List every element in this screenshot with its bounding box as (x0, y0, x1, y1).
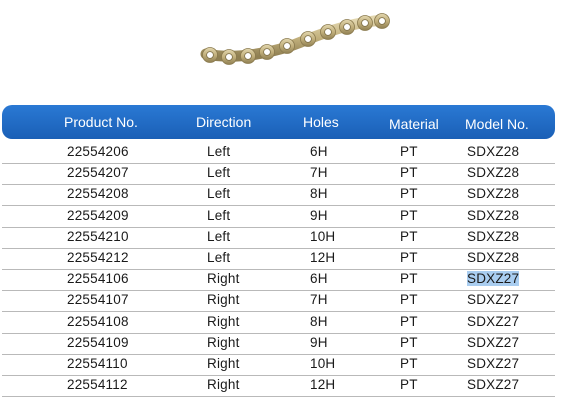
cell-model-no: SDXZ27 (467, 292, 520, 308)
cell-product-no: 22554209 (67, 207, 129, 223)
cell-material: PT (400, 207, 418, 223)
cell-holes: 6H (310, 271, 328, 287)
cell-holes: 7H (310, 165, 328, 181)
cell-product-no: 22554108 (67, 313, 129, 329)
cell-model-no: SDXZ28 (467, 186, 520, 202)
table-row: 22554109 Right 9H PT SDXZ27 (2, 333, 555, 355)
cell-direction: Right (207, 313, 240, 329)
header-material: Material (389, 116, 439, 132)
cell-product-no: 22554208 (67, 186, 129, 202)
cell-material: PT (400, 292, 418, 308)
cell-holes: 8H (310, 313, 328, 329)
cell-holes: 12H (310, 377, 336, 393)
table-header: Product No. Direction Holes Material Mod… (2, 105, 555, 139)
table-row: 22554207 Left 7H PT SDXZ28 (2, 163, 555, 186)
cell-direction: Right (207, 271, 240, 287)
table-row: 22554206 Left 6H PT SDXZ28 (2, 142, 555, 164)
cell-holes: 9H (310, 207, 328, 223)
cell-product-no: 22554107 (67, 292, 129, 308)
cell-holes: 10H (310, 228, 336, 244)
cell-direction: Left (207, 207, 231, 223)
cell-model-no: SDXZ28 (467, 207, 520, 223)
table-row: 22554112 Right 12H PT SDXZ27 (2, 375, 555, 398)
cell-model-no: SDXZ28 (467, 144, 520, 159)
header-model-no: Model No. (465, 116, 529, 132)
table-row: 22554209 Left 9H PT SDXZ28 (2, 206, 555, 228)
cell-holes: 6H (310, 144, 328, 159)
table-row: 22554212 Left 12H PT SDXZ28 (2, 248, 555, 270)
cell-holes: 10H (310, 356, 336, 371)
table-row: 22554107 Right 7H PT SDXZ27 (2, 290, 555, 313)
cell-direction: Left (207, 250, 231, 265)
cell-material: PT (400, 250, 418, 265)
cell-model-no: SDXZ27 (467, 313, 520, 329)
cell-product-no: 22554207 (67, 165, 129, 181)
cell-model-no: SDXZ28 (467, 165, 520, 181)
header-product-no: Product No. (64, 114, 138, 130)
cell-direction: Right (207, 292, 240, 308)
cell-material: PT (400, 377, 418, 393)
cell-product-no: 22554210 (67, 228, 129, 244)
bone-plate-image (200, 13, 390, 65)
cell-direction: Left (207, 228, 231, 244)
cell-material: PT (400, 186, 418, 202)
cell-material: PT (400, 228, 418, 244)
cell-model-no: SDXZ28 (467, 250, 520, 265)
cell-product-no: 22554110 (67, 356, 128, 371)
cell-holes: 12H (310, 250, 336, 265)
cell-direction: Right (207, 356, 240, 371)
header-direction: Direction (196, 114, 252, 130)
cell-material: PT (400, 334, 418, 350)
cell-direction: Left (207, 144, 231, 159)
cell-material: PT (400, 144, 418, 159)
cell-model-no: SDXZ27 (467, 271, 520, 287)
cell-holes: 9H (310, 334, 328, 350)
table-row: 22554110 Right 10H PT SDXZ27 (2, 354, 555, 376)
cell-material: PT (400, 165, 418, 181)
cell-product-no: 22554112 (67, 377, 128, 393)
table-row: 22554210 Left 10H PT SDXZ28 (2, 227, 555, 249)
cell-material: PT (400, 271, 418, 287)
cell-product-no: 22554106 (67, 271, 129, 287)
cell-model-no: SDXZ27 (467, 356, 520, 371)
cell-material: PT (400, 356, 418, 371)
cell-model-no: SDXZ28 (467, 228, 520, 244)
cell-direction: Left (207, 186, 231, 202)
cell-material: PT (400, 313, 418, 329)
cell-direction: Right (207, 377, 240, 393)
table-row: 22554108 Right 8H PT SDXZ27 (2, 312, 555, 334)
cell-product-no: 22554206 (67, 144, 129, 159)
cell-product-no: 22554212 (67, 250, 129, 265)
cell-direction: Left (207, 165, 231, 181)
cell-product-no: 22554109 (67, 334, 129, 350)
cell-model-no: SDXZ27 (467, 377, 520, 393)
table-row: 22554106 Right 6H PT SDXZ27 (2, 269, 555, 292)
table-row: 22554208 Left 8H PT SDXZ28 (2, 184, 555, 207)
header-holes: Holes (303, 114, 339, 130)
cell-holes: 7H (310, 292, 328, 308)
cell-holes: 8H (310, 186, 328, 202)
cell-direction: Right (207, 334, 240, 350)
cell-model-no: SDXZ27 (467, 334, 520, 350)
